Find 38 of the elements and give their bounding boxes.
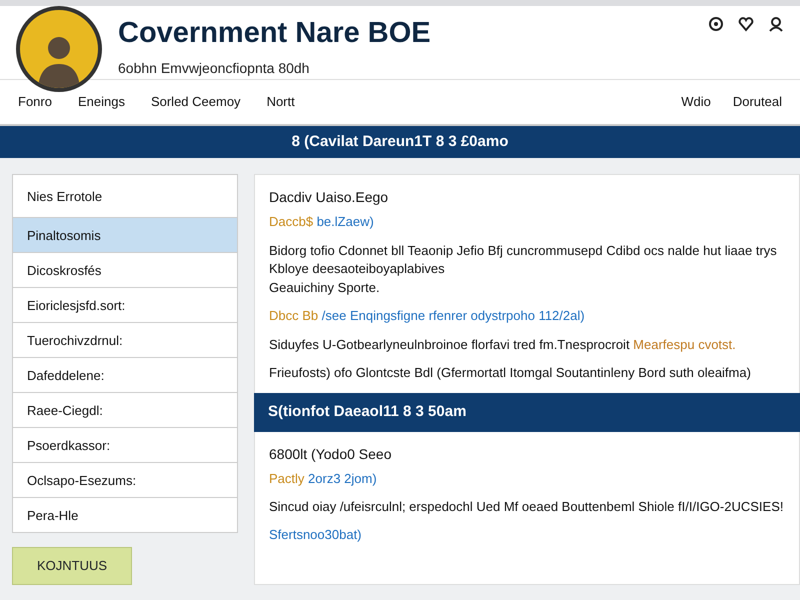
nav-link[interactable]: Doruteal [732, 92, 782, 112]
date-value: /see Enqingsfigne rfenrer odystrpoho 112/2al) [322, 308, 585, 324]
nav-link[interactable]: Nortt [266, 92, 295, 112]
sidebar-item[interactable]: Tuerochivzdrnul: [12, 323, 238, 358]
sidebar-item[interactable]: Eioriclesjsfd.sort: [12, 288, 238, 323]
sidebar-item[interactable]: Oclsapo-Esezums: [12, 463, 238, 498]
sidebar-item[interactable]: Dicoskrosfés [12, 253, 238, 288]
heart-icon[interactable] [738, 16, 754, 32]
nav-link[interactable]: Eneings [78, 92, 125, 112]
date-label: Pactly [269, 470, 304, 486]
article-text: Siduyfes U-Gotbearlyneulnbroinoe florfavi tred fm.Tnesprocroit Mearfespu cvotst. [269, 336, 737, 354]
site-title: Covernment Nare BOE [118, 18, 432, 50]
article-title: Dacdiv Uaiso.Eego [269, 188, 390, 207]
sidebar-item[interactable]: Pinaltosomis [12, 218, 238, 253]
read-more-link[interactable]: Sfertsnoo30bat) [269, 525, 362, 545]
eye-icon[interactable] [708, 16, 724, 32]
article-text: Sincud oiay /ufeisrculnl; erspedochl Ued Mf oeaed Bouttenbeml Shiole fI/I/IGO-2UCSIES! [269, 498, 784, 516]
article-title: 6800lt (Yodo0 Seeo [269, 444, 392, 464]
sidebar-item[interactable]: Psoerdkassor: [12, 428, 238, 463]
sidebar-item[interactable]: Raee-Ciegdl: [12, 393, 238, 428]
sidebar-heading: Nies Errotole [12, 174, 238, 218]
banner-heading: 8 (Cavilat Dareun1T 8 3 £0amo [0, 126, 800, 158]
section-heading: S(tionfot Daeaol11 8 3 50am [254, 393, 800, 432]
date-value: 2orz3 2jom) [308, 470, 377, 486]
nav-link[interactable]: Wdio [681, 92, 711, 112]
article-text: Geauichiny Sporte. [269, 279, 381, 298]
sidebar-item[interactable]: Pera-Hle [12, 498, 238, 533]
sidebar-item[interactable]: Dafeddelene: [12, 358, 238, 393]
nav-link[interactable]: Fonro [18, 92, 52, 112]
date-label: Daccb$ [269, 214, 314, 229]
user-icon[interactable] [768, 16, 784, 32]
sidebar-button[interactable]: KOJNTUUS [12, 547, 132, 584]
site-subtitle: 6obhn Emvwjeoncfiopnta 80dh [118, 58, 310, 78]
nav-link[interactable]: Sorled Ceemoy [150, 92, 241, 112]
article-text: Bidorg tofio Cdonnet bll Teaonip Jefio Bfj cuncrommusepd Cdibd ocs nalde hut liaae trys Kbloye deesaoteiboyaplabives [269, 242, 778, 278]
article-text: Frieufosts) ofo Glontcste Bdl (Gfermortatl Itomgal Soutantinleny Bord suth oleaifma) [269, 364, 752, 382]
date-value: be.lZaew) [316, 214, 374, 229]
date-label: Dbcc Bb [269, 308, 318, 324]
